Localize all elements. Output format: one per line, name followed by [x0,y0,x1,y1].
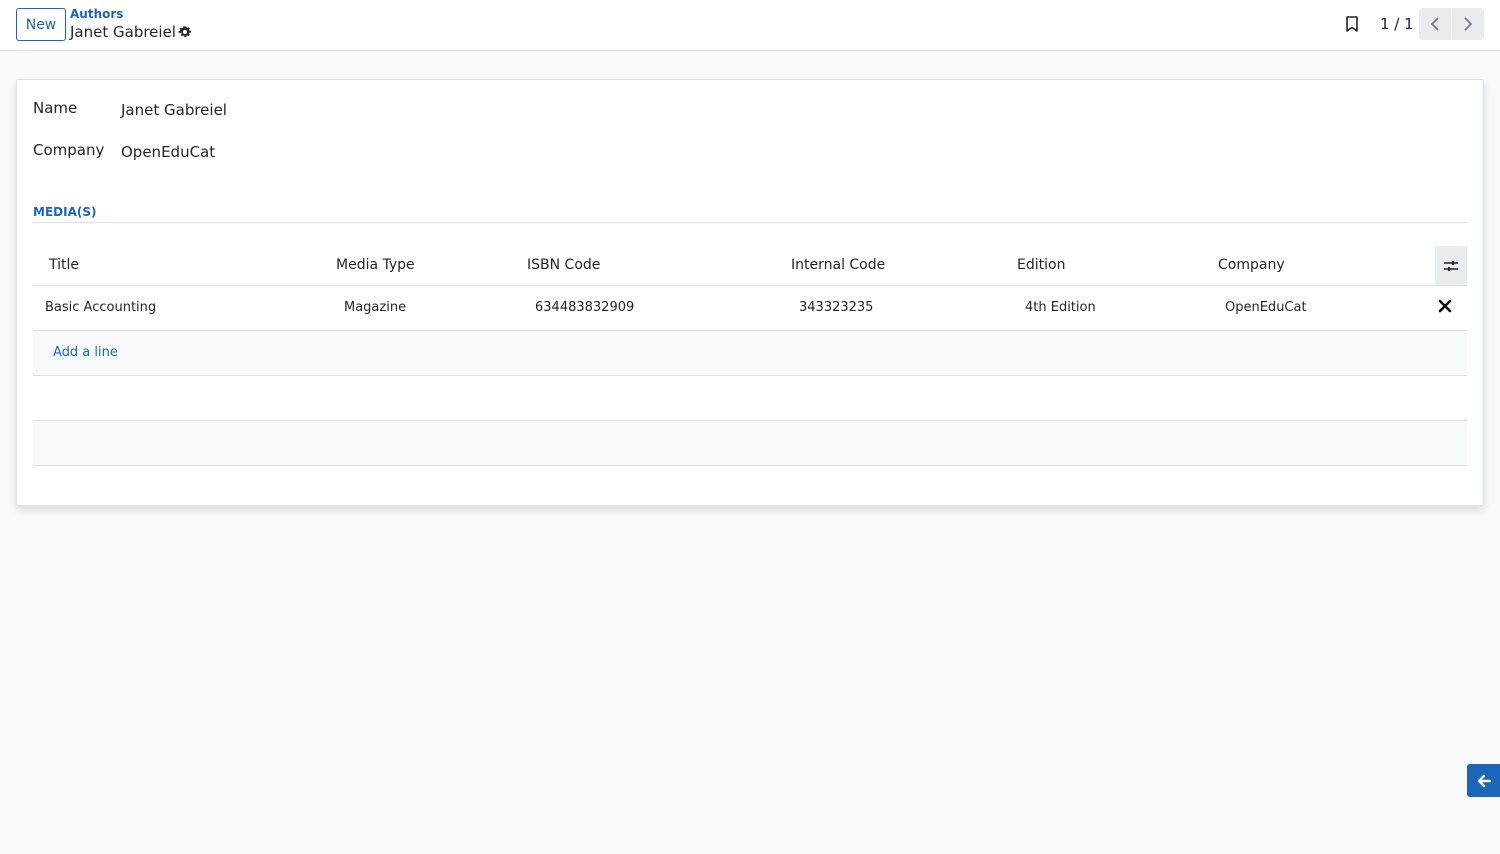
cell-edition: 4th Edition [1025,300,1096,315]
column-header-internal-code[interactable]: Internal Code [791,257,885,273]
pager-next-button[interactable] [1452,8,1484,40]
gear-icon[interactable] [178,25,192,39]
cell-title: Basic Accounting [45,300,157,315]
media-section-title: MEDIA(S) [33,205,97,219]
column-header-isbn-code[interactable]: ISBN Code [527,257,600,273]
new-button[interactable]: New [16,8,66,41]
optional-columns-button[interactable] [1435,246,1467,285]
add-line-link[interactable]: Add a line [53,345,118,360]
column-header-media-type[interactable]: Media Type [336,257,415,273]
empty-row [33,421,1467,466]
breadcrumb-authors[interactable]: Authors [70,7,123,21]
add-line-row: Add a line [33,331,1467,376]
column-header-title[interactable]: Title [49,257,79,273]
table-row[interactable]: Basic Accounting Magazine 634483832909 3… [33,286,1467,331]
company-field[interactable]: OpenEduCat [121,143,215,161]
chevron-right-icon [1464,17,1473,31]
section-divider [33,222,1467,223]
column-header-company[interactable]: Company [1218,257,1285,273]
record-title: Janet Gabreiel [70,23,176,41]
company-label: Company [33,141,105,159]
cell-isbn-code: 634483832909 [535,300,635,315]
cell-internal-code: 343323235 [799,300,874,315]
name-label: Name [33,99,78,117]
media-table-header: Title Media Type ISBN Code Internal Code… [33,246,1467,286]
close-icon[interactable] [1437,298,1453,314]
column-header-edition[interactable]: Edition [1017,257,1065,273]
chevron-left-icon [1430,17,1439,31]
pager-value[interactable]: 1 / 1 [1380,15,1414,33]
pager-previous-button[interactable] [1419,8,1451,40]
cell-media-type: Magazine [344,300,407,315]
sliders-icon [1444,260,1458,271]
cell-company: OpenEduCat [1225,300,1307,315]
back-button[interactable] [1467,764,1500,797]
empty-row [33,376,1467,421]
bookmark-icon[interactable] [1344,15,1360,33]
control-panel: New Authors Janet Gabreiel 1 / 1 [0,0,1500,51]
arrow-left-icon [1477,774,1491,787]
name-field[interactable]: Janet Gabreiel [121,101,227,119]
form-sheet: Name Janet Gabreiel Company OpenEduCat M… [16,79,1484,506]
